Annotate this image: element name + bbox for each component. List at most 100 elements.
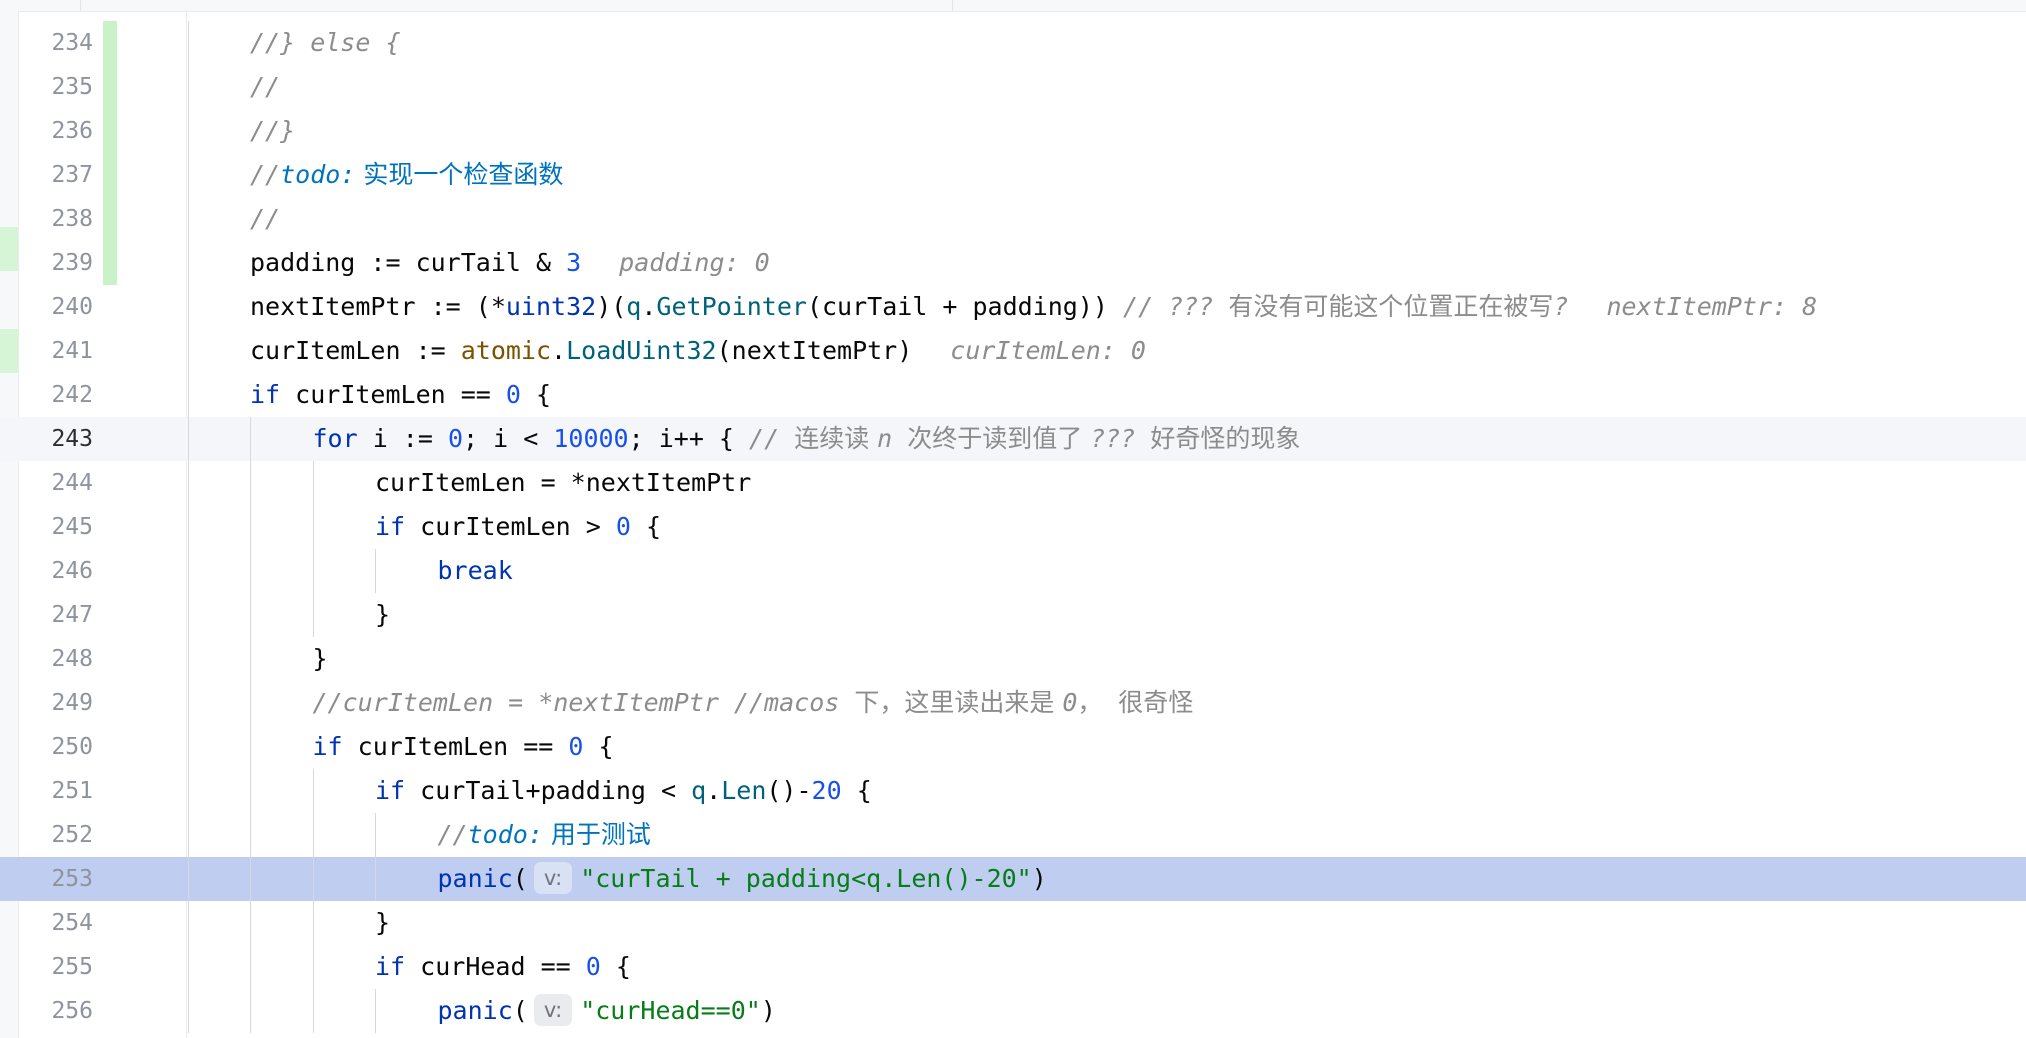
line-number[interactable]: 236 <box>18 109 93 153</box>
tab-divider <box>952 0 953 11</box>
code-line[interactable]: 235 // <box>0 65 2026 109</box>
line-content[interactable]: //todo: 实现一个检查函数 <box>250 153 563 197</box>
code-line[interactable]: 242 if curItemLen == 0 { <box>0 373 2026 417</box>
line-number[interactable]: 254 <box>18 901 93 945</box>
line-number[interactable]: 243 <box>18 417 93 461</box>
line-number[interactable]: 238 <box>18 197 93 241</box>
code-line[interactable]: 247} <box>0 593 2026 637</box>
indent-guide <box>250 901 251 945</box>
line-content[interactable]: //} <box>250 109 295 153</box>
indent-guide <box>187 593 189 637</box>
line-content[interactable]: panic(v: "curHead==0") <box>438 989 776 1033</box>
code-line[interactable]: 245 if curItemLen > 0 { <box>0 505 2026 549</box>
line-number[interactable]: 237 <box>18 153 93 197</box>
code-token: //} else { <box>250 28 401 57</box>
line-content[interactable]: } <box>375 901 390 945</box>
code-token: ()- <box>766 776 812 805</box>
vcs-added-marker[interactable] <box>103 65 117 109</box>
code-line[interactable]: 253 panic(v: "curTail + padding<q.Len()-20… <box>0 857 2026 901</box>
line-number[interactable]: 240 <box>18 285 93 329</box>
line-content[interactable]: curItemLen := atomic.LoadUint32(nextItem… <box>250 329 1146 373</box>
line-content[interactable]: if curItemLen == 0 { <box>313 725 614 769</box>
code-token: curTail+padding < <box>405 776 692 805</box>
vcs-added-marker[interactable] <box>103 153 117 197</box>
line-content[interactable]: } <box>375 593 390 637</box>
line-content[interactable]: padding := curTail & 3 padding: 0 <box>250 241 770 285</box>
line-content[interactable]: curItemLen = *nextItemPtr <box>375 461 751 505</box>
indent-guide <box>187 461 189 505</box>
line-content[interactable]: // <box>250 197 280 241</box>
code-line[interactable]: 248} <box>0 637 2026 681</box>
code-token: todo: <box>467 820 543 849</box>
line-content[interactable]: if curItemLen == 0 { <box>250 373 551 417</box>
line-number[interactable]: 239 <box>18 241 93 285</box>
code-line[interactable]: 234 //} else { <box>0 21 2026 65</box>
line-number[interactable]: 246 <box>18 549 93 593</box>
code-line[interactable]: 246 break <box>0 549 2026 593</box>
line-content[interactable]: // <box>250 65 280 109</box>
code-line[interactable]: 243 for i := 0; i < 10000; i++ { // 连续读 n… <box>0 417 2026 461</box>
code-line[interactable]: 255 if curHead == 0 { <box>0 945 2026 989</box>
line-number[interactable]: 247 <box>18 593 93 637</box>
line-content[interactable]: break <box>438 549 513 593</box>
line-number[interactable]: 252 <box>18 813 93 857</box>
line-number[interactable]: 249 <box>18 681 93 725</box>
code-token: atomic <box>460 336 552 365</box>
vcs-added-marker[interactable] <box>103 109 117 153</box>
line-number[interactable]: 248 <box>18 637 93 681</box>
indent-guide <box>312 549 314 593</box>
line-content[interactable]: for i := 0; i < 10000; i++ { // 连续读 n 次终… <box>313 417 1301 461</box>
code-line[interactable]: 256 panic(v: "curHead==0") <box>0 989 2026 1033</box>
line-number[interactable]: 241 <box>18 329 93 373</box>
line-content[interactable]: //} else { <box>250 21 401 65</box>
code-editor[interactable]: 234 //} else { 235 // 236 //} 237 //todo: 实现一个检… <box>0 21 2026 1033</box>
code-line[interactable]: 236 //} <box>0 109 2026 153</box>
editor-tab-strip <box>0 0 2026 12</box>
code-token: q <box>626 292 642 321</box>
line-number[interactable]: 251 <box>18 769 93 813</box>
indent-guide <box>187 505 189 549</box>
line-content[interactable]: } <box>313 637 328 681</box>
code-token: Len <box>721 776 767 805</box>
line-content[interactable]: panic(v: "curTail + padding<q.Len()-20") <box>438 857 1047 901</box>
line-content[interactable]: nextItemPtr := (*uint32)(q.GetPointer(cu… <box>250 285 1817 329</box>
line-number[interactable]: 242 <box>18 373 93 417</box>
code-line[interactable]: 237 //todo: 实现一个检查函数 <box>0 153 2026 197</box>
code-line[interactable]: 249 //curItemLen = *nextItemPtr //macos 下… <box>0 681 2026 725</box>
code-token: (nextItemPtr) <box>716 336 913 365</box>
line-number[interactable]: 256 <box>18 989 93 1033</box>
indent-guide <box>187 857 189 901</box>
code-line[interactable]: 238 // <box>0 197 2026 241</box>
code-token: panic <box>437 996 513 1025</box>
line-number[interactable]: 244 <box>18 461 93 505</box>
indent-guide <box>187 637 189 681</box>
line-content[interactable]: if curItemLen > 0 { <box>375 505 661 549</box>
vcs-added-marker[interactable] <box>103 241 117 285</box>
line-number[interactable]: 234 <box>18 21 93 65</box>
code-line[interactable]: 252 //todo: 用于测试 <box>0 813 2026 857</box>
line-content[interactable]: //curItemLen = *nextItemPtr //macos 下，这里… <box>313 681 1194 725</box>
vcs-added-marker[interactable] <box>103 21 117 65</box>
code-line[interactable]: 254} <box>0 901 2026 945</box>
code-token: // <box>437 820 468 849</box>
line-content[interactable]: if curTail+padding < q.Len()-20 { <box>375 769 872 813</box>
code-line[interactable]: 240 nextItemPtr := (*uint32)(q.GetPointer… <box>0 285 2026 329</box>
line-content[interactable]: if curHead == 0 { <box>375 945 631 989</box>
indent-guide <box>187 549 189 593</box>
line-number[interactable]: 245 <box>18 505 93 549</box>
code-line[interactable]: 244 curItemLen = *nextItemPtr <box>0 461 2026 505</box>
code-line[interactable]: 241 curItemLen := atomic.LoadUint32(nextI… <box>0 329 2026 373</box>
code-line[interactable]: 239 padding := curTail & 3 padding: 0 <box>0 241 2026 285</box>
code-token: . <box>641 292 657 321</box>
line-number[interactable]: 235 <box>18 65 93 109</box>
code-line[interactable]: 250 if curItemLen == 0 { <box>0 725 2026 769</box>
code-line[interactable]: 251 if curTail+padding < q.Len()-20 { <box>0 769 2026 813</box>
indent-guide <box>312 505 314 549</box>
line-number[interactable]: 255 <box>18 945 93 989</box>
code-token: 有没有可能这个位置正在被写 <box>1228 292 1554 321</box>
line-number[interactable]: 253 <box>18 857 93 901</box>
line-content[interactable]: //todo: 用于测试 <box>438 813 651 857</box>
code-token: if <box>375 952 406 981</box>
vcs-added-marker[interactable] <box>103 197 117 241</box>
line-number[interactable]: 250 <box>18 725 93 769</box>
